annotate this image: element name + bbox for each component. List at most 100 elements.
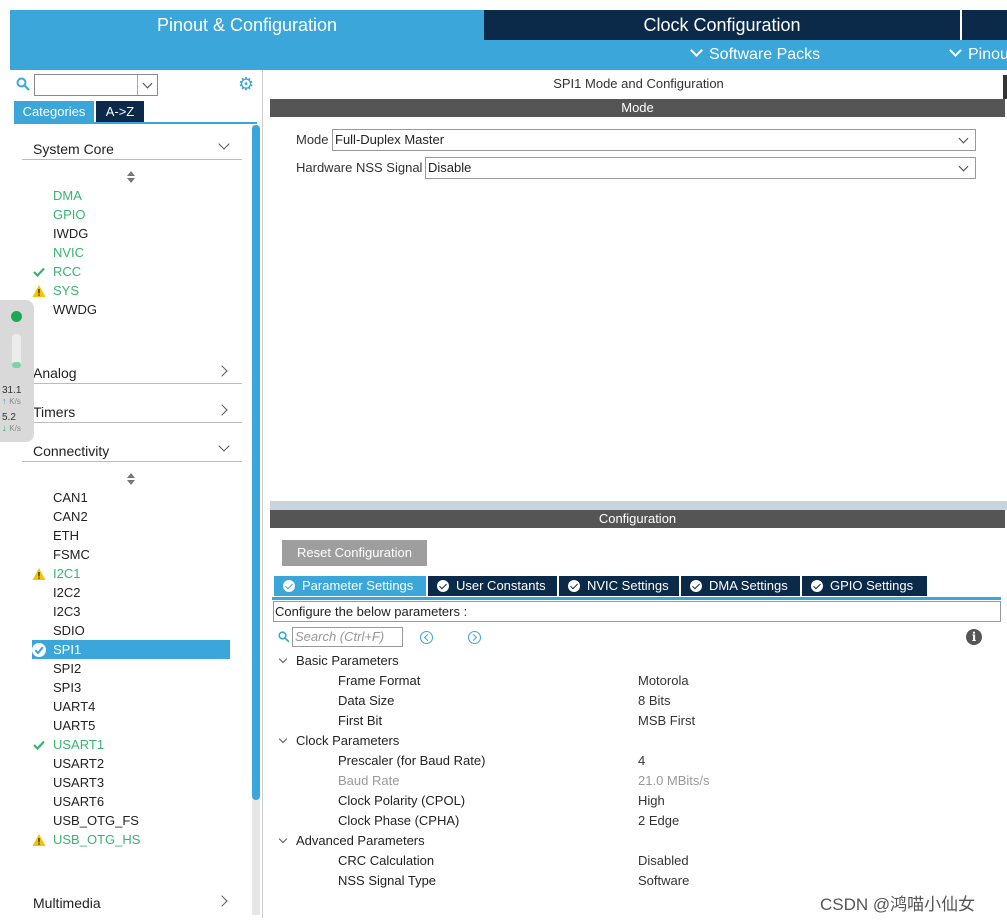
chevron-down-icon: [278, 834, 288, 844]
list-item-usart3[interactable]: USART3: [32, 773, 232, 792]
list-item-usb_otg_hs[interactable]: USB_OTG_HS: [32, 830, 232, 849]
list-item-dma[interactable]: DMA: [32, 186, 232, 205]
list-item-can1[interactable]: CAN1: [32, 488, 232, 507]
list-item-gpio[interactable]: GPIO: [32, 205, 232, 224]
upload-speed-unit: K/s: [9, 397, 21, 406]
list-item-fsmc[interactable]: FSMC: [32, 545, 232, 564]
parameter-name: Prescaler (for Baud Rate): [338, 753, 486, 768]
download-speed: 5.2 ↓ K/s: [2, 412, 34, 434]
section-timers[interactable]: Timers: [22, 399, 242, 423]
section-system-core[interactable]: System Core: [22, 136, 242, 160]
tab-dma-settings[interactable]: DMA Settings: [681, 576, 800, 596]
tab-a-z[interactable]: A->Z: [96, 101, 144, 122]
list-item-rcc[interactable]: RCC: [32, 262, 232, 281]
parameter-search-input[interactable]: Search (Ctrl+F): [292, 627, 403, 647]
list-item-usb_otg_fs[interactable]: USB_OTG_FS: [32, 811, 232, 830]
tab-categories[interactable]: Categories: [14, 101, 94, 122]
nss-select[interactable]: Disable: [425, 157, 976, 179]
tab-nvic-settings[interactable]: NVIC Settings: [559, 576, 679, 596]
section-analog[interactable]: Analog: [22, 360, 242, 384]
chevron-right-icon: [216, 404, 228, 416]
list-item-label: I2C3: [53, 604, 81, 619]
list-item-i2c3[interactable]: I2C3: [32, 602, 232, 621]
search-previous-button[interactable]: [420, 631, 433, 644]
parameter-value[interactable]: Software: [638, 871, 689, 891]
parameter-row[interactable]: Prescaler (for Baud Rate) 4: [270, 751, 1005, 771]
warning-icon: [32, 285, 46, 297]
parameter-row[interactable]: Frame Format Motorola: [270, 671, 1005, 691]
list-item-can2[interactable]: CAN2: [32, 507, 232, 526]
download-speed-value: 5.2: [2, 412, 16, 423]
reset-configuration-button[interactable]: Reset Configuration: [282, 540, 427, 566]
tab-label: DMA Settings: [709, 578, 788, 593]
parameter-group-label: Clock Parameters: [296, 733, 400, 748]
list-item-eth[interactable]: ETH: [32, 526, 232, 545]
scrollbar-thumb[interactable]: [252, 125, 260, 800]
tab-extra[interactable]: [960, 10, 1007, 40]
sort-icon[interactable]: [126, 171, 136, 185]
list-item-wwdg[interactable]: WWDG: [32, 300, 232, 319]
parameter-row[interactable]: Clock Polarity (CPOL) High: [270, 791, 1005, 811]
tab-parameter-settings[interactable]: Parameter Settings: [274, 576, 426, 596]
tab-pinout-configuration[interactable]: Pinout & Configuration: [10, 10, 484, 40]
parameter-value[interactable]: High: [638, 791, 665, 811]
parameter-value[interactable]: Disabled: [638, 851, 689, 871]
list-item-i2c2[interactable]: I2C2: [32, 583, 232, 602]
list-item-uart5[interactable]: UART5: [32, 716, 232, 735]
list-item-label: USB_OTG_HS: [53, 832, 141, 847]
software-packs-menu[interactable]: Software Packs: [690, 40, 821, 70]
parameter-row[interactable]: CRC Calculation Disabled: [270, 851, 1005, 871]
category-search-input[interactable]: [34, 74, 158, 96]
tab-label: GPIO Settings: [830, 578, 914, 593]
tab-clock-configuration[interactable]: Clock Configuration: [486, 10, 958, 40]
parameter-value[interactable]: Motorola: [638, 671, 689, 691]
check-circle-icon: [32, 643, 46, 657]
list-item-uart4[interactable]: UART4: [32, 697, 232, 716]
parameter-row[interactable]: First Bit MSB First: [270, 711, 1005, 731]
software-packs-label: Software Packs: [709, 46, 821, 63]
search-next-button[interactable]: [468, 631, 481, 644]
gear-icon[interactable]: ⚙: [238, 75, 256, 93]
chevron-down-icon: [949, 44, 962, 57]
sort-icon[interactable]: [126, 473, 136, 487]
section-label: Analog: [33, 365, 77, 381]
list-item-nvic[interactable]: NVIC: [32, 243, 232, 262]
list-item-spi1[interactable]: SPI1: [32, 640, 230, 659]
parameter-value[interactable]: 2 Edge: [638, 811, 679, 831]
info-icon[interactable]: i: [966, 629, 982, 645]
parameter-row[interactable]: Data Size 8 Bits: [270, 691, 1005, 711]
network-speed-widget[interactable]: 31.1 ↑ K/s 5.2 ↓ K/s: [0, 300, 34, 442]
list-item-spi2[interactable]: SPI2: [32, 659, 232, 678]
list-item-usart2[interactable]: USART2: [32, 754, 232, 773]
parameter-value[interactable]: 4: [638, 751, 645, 771]
list-item-label: ETH: [53, 528, 79, 543]
list-item-usart6[interactable]: USART6: [32, 792, 232, 811]
tab-user-constants[interactable]: User Constants: [428, 576, 557, 596]
check-icon: [33, 740, 45, 751]
section-multimedia[interactable]: Multimedia: [22, 890, 242, 914]
list-item-sys[interactable]: SYS: [32, 281, 232, 300]
panel-divider[interactable]: [270, 501, 1007, 510]
list-item-iwdg[interactable]: IWDG: [32, 224, 232, 243]
list-item-label: FSMC: [53, 547, 90, 562]
list-item-i2c1[interactable]: I2C1: [32, 564, 232, 583]
parameter-value[interactable]: MSB First: [638, 711, 695, 731]
section-connectivity[interactable]: Connectivity: [22, 438, 242, 462]
tab-gpio-settings[interactable]: GPIO Settings: [802, 576, 927, 596]
category-scrollbar[interactable]: [252, 125, 260, 915]
mode-select[interactable]: Full-Duplex Master: [332, 129, 976, 151]
parameter-row[interactable]: Clock Phase (CPHA) 2 Edge: [270, 811, 1005, 831]
parameter-row[interactable]: NSS Signal Type Software: [270, 871, 1005, 891]
list-item-sdio[interactable]: SDIO: [32, 621, 232, 640]
section-label: Timers: [33, 404, 76, 420]
chevron-down-icon: [690, 44, 703, 57]
parameter-value: 21.0 MBits/s: [638, 773, 710, 788]
search-dropdown-button[interactable]: [137, 75, 157, 95]
check-circle-icon: [283, 580, 295, 592]
list-item-usart1[interactable]: USART1: [32, 735, 232, 754]
list-item-label: SPI2: [53, 661, 82, 676]
parameter-value[interactable]: 8 Bits: [638, 691, 671, 711]
list-item-spi3[interactable]: SPI3: [32, 678, 232, 697]
pinout-menu[interactable]: Pinou: [949, 40, 1007, 70]
list-item-label: USB_OTG_FS: [53, 813, 139, 828]
